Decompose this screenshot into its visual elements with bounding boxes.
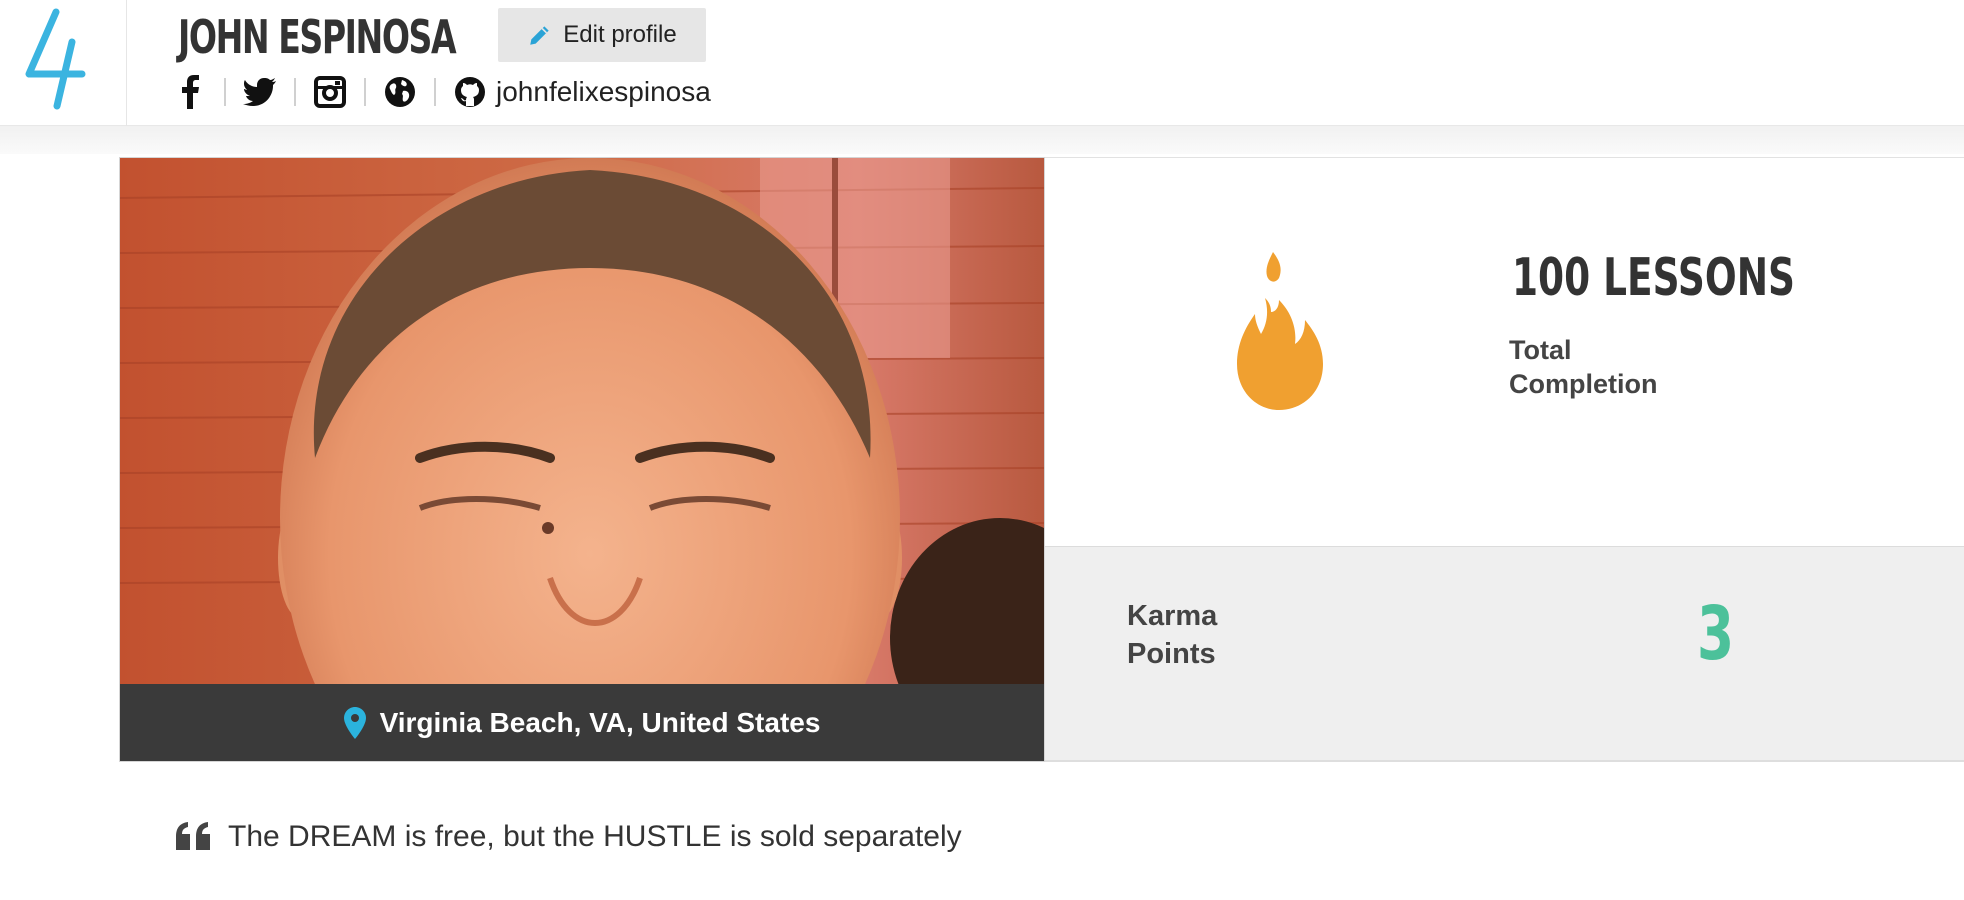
social-divider [294, 78, 296, 106]
location-bar: Virginia Beach, VA, United States [120, 684, 1044, 761]
quote-text: The DREAM is free, but the HUSTLE is sol… [228, 820, 962, 853]
profile-quote: The DREAM is free, but the HUSTLE is sol… [176, 820, 962, 854]
header-shadow [0, 126, 1964, 154]
karma-points-value: 3 [1697, 591, 1735, 677]
social-divider [434, 78, 436, 106]
globe-icon[interactable] [382, 74, 418, 110]
instagram-icon[interactable] [312, 74, 348, 110]
lessons-count: 100 LESSONS [1512, 248, 1795, 308]
lightning-bolt-logo-icon [25, 8, 86, 110]
twitter-icon[interactable] [242, 74, 278, 110]
github-icon[interactable] [452, 74, 488, 110]
profile-header: JOHN ESPINOSA Edit profile johnfelixespi… [0, 0, 1964, 126]
profile-card: Virginia Beach, VA, United States [119, 157, 1045, 762]
profile-name: JOHN ESPINOSA [178, 10, 457, 64]
facebook-icon[interactable] [172, 74, 208, 110]
location-pin-icon [343, 707, 366, 739]
karma-stat-panel: Karma Points 3 [1045, 547, 1964, 762]
lessons-stat-panel: 100 LESSONS Total Completion [1045, 157, 1964, 547]
logo[interactable] [0, 0, 127, 126]
fire-icon [1237, 252, 1323, 410]
github-handle[interactable]: johnfelixespinosa [496, 76, 711, 108]
quote-icon [176, 822, 210, 850]
karma-label: Karma Points [1127, 600, 1218, 670]
social-links: johnfelixespinosa [172, 72, 711, 112]
profile-photo [120, 158, 1044, 684]
edit-profile-button[interactable]: Edit profile [498, 8, 706, 62]
pencil-icon [530, 26, 549, 45]
location-text: Virginia Beach, VA, United States [379, 707, 821, 738]
lessons-label: Total Completion [1509, 335, 1658, 399]
social-divider [224, 78, 226, 106]
social-divider [364, 78, 366, 106]
edit-profile-label: Edit profile [563, 21, 677, 48]
